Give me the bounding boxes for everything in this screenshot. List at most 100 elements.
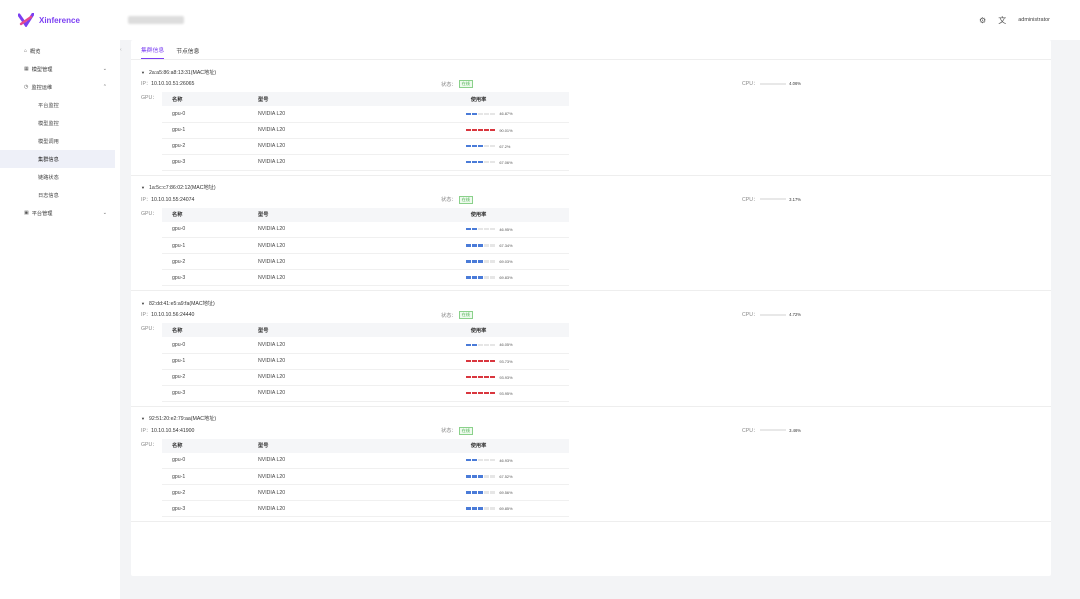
usage-segment (466, 491, 472, 494)
ip-label: IP： (141, 427, 152, 434)
caret-down-icon: ▼ (141, 69, 145, 75)
sidebar-item-platform-management[interactable]: ▣ 平台管理 ⌄ (0, 204, 120, 222)
usage-progress-bar (466, 459, 496, 462)
table-row: gpu-3 NVIDIA L20 69.83% (162, 269, 569, 286)
gpu-table: 名称 型号 使用率 gpu-0 NVIDIA L20 46.87% gpu-1 NVID… (162, 92, 569, 171)
sidebar-item-platform-monitor[interactable]: 平台监控 (0, 96, 120, 114)
node-cpu: CPU： 4.72% (742, 311, 801, 318)
usage-segment (477, 359, 484, 363)
status-label: 状态： (441, 197, 457, 203)
table-row: gpu-2 NVIDIA L20 67.2% (162, 138, 569, 155)
usage-progress-bar (466, 507, 496, 510)
table-row: gpu-2 NVIDIA L20 93.93% (162, 369, 569, 386)
tab-cluster-info[interactable]: 集群信息 (141, 45, 165, 59)
usage-segment (489, 112, 496, 115)
app-name: Xinference (39, 15, 80, 25)
table-row: gpu-1 NVIDIA L20 67.34% (162, 237, 569, 254)
column-header-name: 名称 (162, 438, 248, 453)
usage-segment (466, 244, 472, 247)
usage-progress-bar (466, 144, 496, 148)
gpu-model: NVIDIA L20 (248, 154, 388, 171)
table-header-row: 名称 型号 使用率 (162, 207, 569, 222)
usage-segment (483, 343, 490, 346)
sidebar-item-model-management[interactable]: ▦ 模型管理 ⌄ (0, 60, 120, 78)
usage-progress-bar (466, 228, 496, 231)
usage-segment (471, 491, 478, 494)
usage-segment (483, 475, 490, 478)
collapse-sidebar-icon[interactable]: ‹ (120, 47, 122, 53)
usage-segment (477, 144, 484, 148)
table-row: gpu-0 NVIDIA L20 46.93% (162, 452, 569, 469)
settings-icon: ▣ (24, 210, 29, 216)
gpu-usage-cell: 67.52% (388, 468, 569, 485)
column-header-usage: 使用率 (388, 207, 569, 222)
gpu-usage-cell: 67.2% (388, 138, 569, 155)
usage-segment (466, 507, 472, 510)
gear-icon[interactable]: ⚙ (979, 16, 986, 25)
gpu-label: GPU： (141, 441, 158, 448)
ip-value: 10.10.10.55:24074 (151, 196, 195, 203)
user-name[interactable]: administrator (1018, 17, 1050, 23)
usage-value: 67.06% (499, 159, 513, 165)
usage-segment (489, 459, 496, 462)
usage-segment (471, 228, 478, 231)
usage-value: 46.05% (499, 342, 513, 348)
usage-value: 67.34% (499, 243, 513, 248)
tab-node-info[interactable]: 节点信息 (176, 46, 199, 59)
gpu-name: gpu-3 (162, 500, 248, 517)
grid-icon: ▦ (24, 66, 29, 72)
sidebar-item-cluster-info[interactable]: 集群信息 (0, 150, 115, 168)
column-header-usage: 使用率 (388, 438, 569, 453)
gpu-model: NVIDIA L20 (248, 468, 388, 485)
node-status: 状态： 在线 (441, 195, 473, 204)
node-cpu: CPU： 4.06% (742, 80, 801, 87)
node-header[interactable]: ▼ 1a:5c:c7:86:02:12(MAC地址) (141, 182, 1041, 194)
table-row: gpu-0 NVIDIA L20 46.95% (162, 221, 569, 238)
usage-segment (477, 391, 484, 395)
usage-segment (466, 276, 472, 279)
usage-segment (483, 112, 490, 115)
usage-segment (466, 128, 472, 132)
node-ip: IP：10.10.10.51:26065 (141, 80, 194, 87)
usage-segment (466, 459, 472, 462)
sidebar-item-model-calls[interactable]: 模型调用 (0, 132, 120, 150)
gpu-model: NVIDIA L20 (248, 337, 388, 354)
usage-segment (483, 375, 490, 379)
gpu-usage-cell: 46.93% (388, 452, 569, 469)
app-logo[interactable]: Xinference (0, 0, 120, 40)
usage-value: 67.2% (499, 143, 511, 149)
gpu-name: gpu-1 (162, 237, 248, 254)
usage-segment (489, 391, 496, 395)
gpu-usage-cell: 69.03% (388, 253, 569, 270)
node-header[interactable]: ▼ 2a:a5:86:a8:13:31(MAC地址) (141, 66, 1041, 78)
blurred-title (128, 16, 184, 24)
gpu-model: NVIDIA L20 (248, 106, 388, 123)
usage-value: 46.93% (499, 457, 513, 463)
gpu-table: 名称 型号 使用率 gpu-0 NVIDIA L20 46.05% gpu-1 NVID… (162, 323, 569, 402)
usage-segment (477, 112, 484, 115)
gpu-area: GPU： 名称 型号 使用率 gpu-0 NVIDIA L20 46.87% gpu-… (141, 92, 1041, 171)
node-mac: 2a:a5:86:a8:13:31(MAC地址) (148, 69, 217, 76)
gpu-usage-cell: 46.05% (388, 337, 569, 354)
usage-segment (489, 128, 496, 132)
sidebar-item-overview[interactable]: ⌂ 概览 (0, 42, 120, 60)
sidebar-item-monitoring[interactable]: ◷ 监控运维 ⌃ (0, 78, 120, 96)
usage-segment (466, 160, 472, 164)
ip-label: IP： (141, 81, 152, 87)
usage-progress-bar (466, 343, 496, 346)
sidebar-item-link-status[interactable]: 链路状态 (0, 168, 120, 186)
status-badge: 在线 (458, 195, 473, 204)
usage-segment (477, 343, 484, 346)
node-info-row: IP：10.10.10.54:41900 状态： 在线 CPU： 3.46% (141, 425, 1041, 439)
sidebar-item-logs[interactable]: 日志信息 (0, 186, 120, 204)
table-header-row: 名称 型号 使用率 (162, 92, 569, 106)
chevron-down-icon: ⌄ (102, 66, 107, 72)
node-header[interactable]: ▼ 92:51:20:e2:79:aa(MAC地址) (141, 413, 1041, 425)
column-header-usage: 使用率 (388, 323, 569, 337)
node-header[interactable]: ▼ 82:dd:41:e5:a9:fa(MAC地址) (141, 297, 1041, 309)
sidebar-item-model-monitor[interactable]: 模型监控 (0, 114, 120, 132)
usage-value: 69.56% (499, 490, 513, 495)
gpu-usage-cell: 69.83% (388, 269, 569, 286)
node-ip: IP：10.10.10.55:24074 (141, 196, 194, 203)
translate-icon[interactable]: 文 (998, 15, 1006, 26)
